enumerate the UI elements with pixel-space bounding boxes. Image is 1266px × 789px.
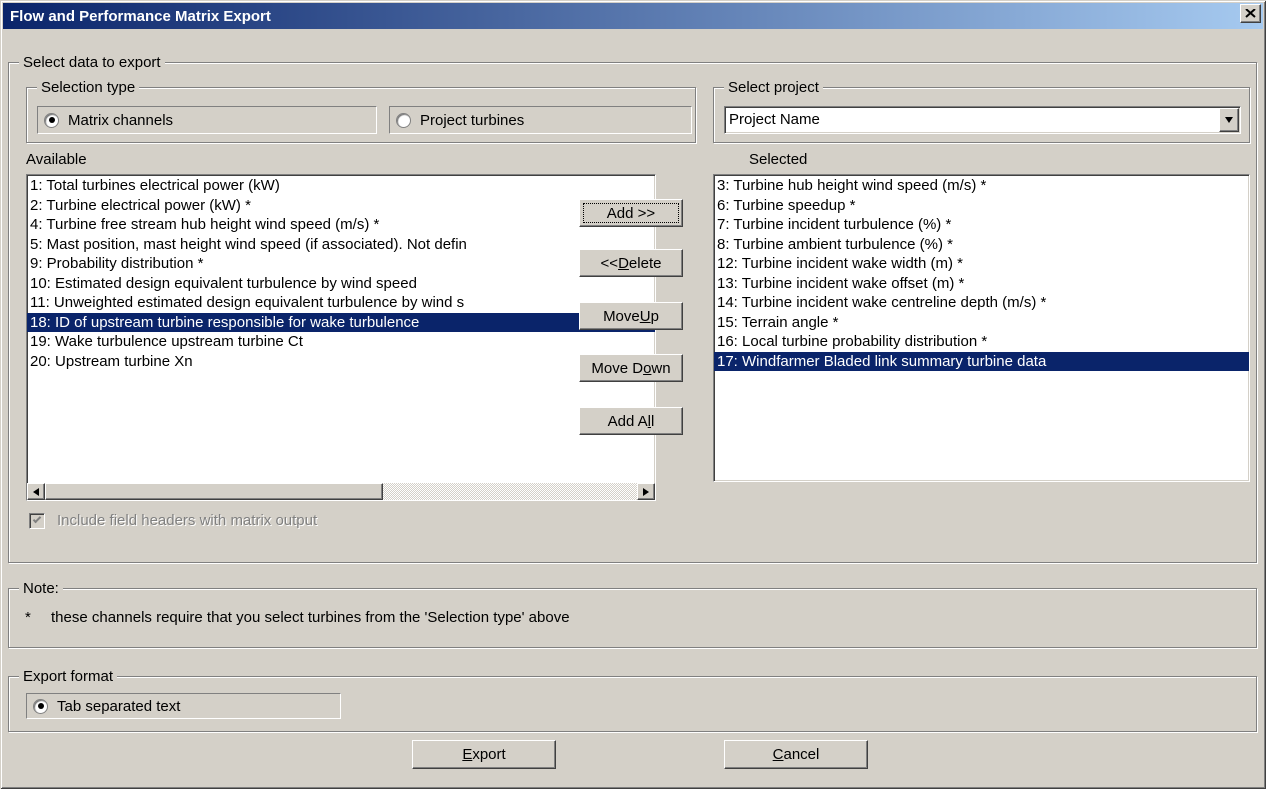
close-icon <box>1245 9 1256 18</box>
group-selection-type: Selection type Matrix channels Project t… <box>26 87 696 143</box>
scrollbar-thumb[interactable] <box>45 483 383 500</box>
selected-list-label: Selected <box>749 151 807 168</box>
dialog-window: Flow and Performance Matrix Export Selec… <box>0 0 1266 789</box>
export-button[interactable]: Export <box>412 740 556 769</box>
list-item[interactable]: 6: Turbine speedup * <box>714 196 1249 216</box>
window-title: Flow and Performance Matrix Export <box>3 8 271 25</box>
list-item[interactable]: 18: ID of upstream turbine responsible f… <box>27 313 655 333</box>
available-list-rows: 1: Total turbines electrical power (kW)2… <box>27 176 655 371</box>
add-button[interactable]: Add >> <box>579 199 683 227</box>
list-item[interactable]: 8: Turbine ambient turbulence (%) * <box>714 235 1249 255</box>
group-note: Note: * these channels require that you … <box>8 588 1257 648</box>
list-item[interactable]: 15: Terrain angle * <box>714 313 1249 333</box>
radio-off-icon <box>396 113 411 128</box>
button-label: Move D <box>591 360 643 377</box>
titlebar: Flow and Performance Matrix Export <box>3 3 1263 29</box>
button-label: Add >> <box>607 205 655 222</box>
group-selection-type-label: Selection type <box>37 79 139 96</box>
dropdown-button[interactable] <box>1219 108 1239 132</box>
list-item[interactable]: 9: Probability distribution * <box>27 254 655 274</box>
radio-on-icon <box>33 699 48 714</box>
selected-list-rows: 3: Turbine hub height wind speed (m/s) *… <box>714 176 1249 371</box>
radio-matrix-channels[interactable]: Matrix channels <box>37 106 377 134</box>
radio-label: Matrix channels <box>68 112 173 129</box>
checkbox-check-icon <box>33 514 41 522</box>
checkbox-label: Include field headers with matrix output <box>57 512 317 529</box>
button-label: << <box>601 255 619 272</box>
project-dropdown-value: Project Name <box>729 110 820 130</box>
radio-label: Tab separated text <box>57 698 180 715</box>
list-item[interactable]: 2: Turbine electrical power (kW) * <box>27 196 655 216</box>
group-select-project-label: Select project <box>724 79 823 96</box>
horizontal-scrollbar <box>27 483 655 500</box>
checkbox-box <box>29 513 45 529</box>
list-item[interactable]: 4: Turbine free stream hub height wind s… <box>27 215 655 235</box>
group-note-label: Note: <box>19 580 63 597</box>
button-label: Move <box>603 308 640 325</box>
list-item[interactable]: 16: Local turbine probability distributi… <box>714 332 1249 352</box>
scrollbar-left-arrow[interactable] <box>27 483 45 500</box>
note-line: * these channels require that you select… <box>25 609 1246 626</box>
close-button[interactable] <box>1240 4 1261 23</box>
list-item[interactable]: 10: Estimated design equivalent turbulen… <box>27 274 655 294</box>
list-item[interactable]: 7: Turbine incident turbulence (%) * <box>714 215 1249 235</box>
available-list-label: Available <box>26 151 87 168</box>
project-dropdown[interactable]: Project Name <box>724 106 1241 134</box>
list-item[interactable]: 12: Turbine incident wake width (m) * <box>714 254 1249 274</box>
cancel-button[interactable]: Cancel <box>724 740 868 769</box>
radio-project-turbines[interactable]: Project turbines <box>389 106 692 134</box>
scroll-right-icon <box>643 488 649 496</box>
note-text: these channels require that you select t… <box>51 609 570 626</box>
list-item[interactable]: 17: Windfarmer Bladed link summary turbi… <box>714 352 1249 372</box>
dropdown-arrow-icon <box>1225 117 1233 123</box>
group-export-format-label: Export format <box>19 668 117 685</box>
delete-button[interactable]: << Delete <box>579 249 683 277</box>
list-item[interactable]: 1: Total turbines electrical power (kW) <box>27 176 655 196</box>
radio-tab-separated-text[interactable]: Tab separated text <box>26 693 341 719</box>
list-item[interactable]: 3: Turbine hub height wind speed (m/s) * <box>714 176 1249 196</box>
group-select-project: Select project Project Name <box>713 87 1250 143</box>
radio-label: Project turbines <box>420 112 524 129</box>
selected-listbox: 3: Turbine hub height wind speed (m/s) *… <box>713 174 1250 482</box>
button-label: Add A <box>608 413 648 430</box>
scrollbar-track[interactable] <box>383 483 637 500</box>
move-down-button[interactable]: Move Down <box>579 354 683 382</box>
scroll-left-icon <box>33 488 39 496</box>
list-item[interactable]: 19: Wake turbulence upstream turbine Ct <box>27 332 655 352</box>
note-symbol: * <box>25 609 51 626</box>
list-item[interactable]: 14: Turbine incident wake centreline dep… <box>714 293 1249 313</box>
list-item[interactable]: 20: Upstream turbine Xn <box>27 352 655 372</box>
scrollbar-right-arrow[interactable] <box>637 483 655 500</box>
list-item[interactable]: 5: Mast position, mast height wind speed… <box>27 235 655 255</box>
list-item[interactable]: 11: Unweighted estimated design equivale… <box>27 293 655 313</box>
list-item[interactable]: 13: Turbine incident wake offset (m) * <box>714 274 1249 294</box>
move-up-button[interactable]: Move Up <box>579 302 683 330</box>
group-select-data: Select data to export Selection type Mat… <box>8 62 1257 563</box>
group-select-data-label: Select data to export <box>19 54 165 71</box>
add-all-button[interactable]: Add All <box>579 407 683 435</box>
group-export-format: Export format Tab separated text <box>8 676 1257 732</box>
available-listbox: 1: Total turbines electrical power (kW)2… <box>26 174 656 501</box>
include-headers-checkbox[interactable]: Include field headers with matrix output <box>29 512 317 529</box>
radio-on-icon <box>44 113 59 128</box>
